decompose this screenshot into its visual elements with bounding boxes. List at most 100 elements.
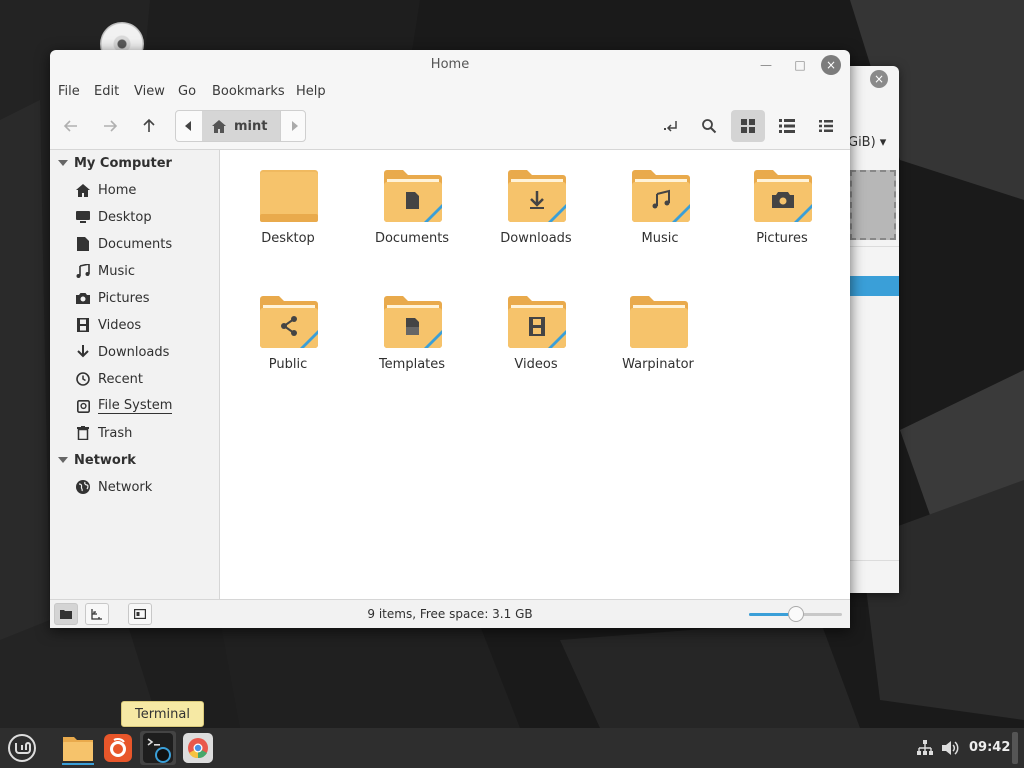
forward-arrow-icon — [104, 120, 118, 132]
toggle-location-button[interactable] — [654, 110, 688, 142]
camera-icon — [76, 293, 90, 304]
file-item-templates[interactable]: Templates — [357, 276, 467, 376]
document-icon — [77, 237, 89, 251]
show-desktop-button[interactable] — [1012, 732, 1018, 764]
menu-bookmarks[interactable]: Bookmarks — [212, 84, 285, 99]
file-item-documents[interactable]: Documents — [357, 150, 467, 250]
file-view[interactable]: Desktop Documents Downloads Music Pictur… — [220, 150, 850, 599]
folder-public-icon — [260, 296, 318, 348]
file-name: Templates — [378, 357, 446, 372]
sidebar-item-home[interactable]: Home — [76, 180, 136, 200]
chevron-down-icon — [58, 457, 68, 463]
menu-help[interactable]: Help — [296, 84, 326, 99]
globe-icon — [76, 480, 90, 494]
file-item-desktop[interactable]: Desktop — [233, 150, 343, 250]
sidebar-item-label: Desktop — [98, 209, 152, 225]
folder-downloads-icon — [508, 170, 566, 222]
up-button[interactable] — [132, 110, 166, 142]
sidebar-item-label: Network — [98, 479, 153, 495]
file-item-music[interactable]: Music — [605, 150, 715, 250]
compact-view-icon — [819, 120, 833, 132]
home-icon — [212, 119, 226, 133]
menu-view[interactable]: View — [134, 84, 165, 99]
sidebar-item-label: File System — [98, 397, 173, 414]
toolbar: mint — [50, 106, 850, 148]
sidebar-section-my-computer[interactable]: My Computer — [58, 153, 172, 173]
background-window-selected-row[interactable] — [850, 276, 899, 296]
volume-icon[interactable] — [942, 740, 960, 756]
files-icon — [63, 737, 93, 761]
search-button[interactable] — [692, 110, 726, 142]
back-button[interactable] — [54, 110, 88, 142]
network-icon[interactable] — [917, 740, 933, 756]
list-view-button[interactable] — [770, 110, 804, 142]
active-window-indicator — [62, 763, 94, 765]
close-button[interactable]: × — [821, 55, 841, 75]
background-window-size-dropdown[interactable]: GiB) ▾ — [848, 135, 886, 150]
file-name: Warpinator — [622, 357, 694, 372]
file-name: Documents — [374, 231, 450, 246]
taskbar-firefox-button[interactable] — [100, 731, 136, 765]
chromium-icon — [183, 733, 213, 763]
zoom-slider-knob[interactable] — [787, 606, 804, 622]
background-window-divider-bottom — [850, 560, 899, 561]
sidebar-header-label: My Computer — [74, 155, 172, 171]
sidebar-item-label: Pictures — [98, 290, 150, 306]
download-icon — [77, 345, 89, 358]
folder-pictures-icon — [754, 170, 812, 222]
maximize-button[interactable]: □ — [790, 55, 810, 75]
clock[interactable]: 09:42 — [969, 740, 1010, 755]
path-scroll-right-button[interactable] — [280, 111, 306, 141]
icon-view-icon — [741, 119, 755, 133]
sidebar-item-trash[interactable]: Trash — [76, 423, 132, 443]
zoom-slider[interactable] — [749, 606, 842, 622]
file-item-videos[interactable]: Videos — [481, 276, 591, 376]
file-manager-window: Home — □ × File Edit View Go Bookmarks H… — [50, 50, 850, 628]
icon-view-button[interactable] — [731, 110, 765, 142]
home-icon — [76, 183, 90, 197]
folder-warpinator-icon — [630, 296, 688, 348]
menu-edit[interactable]: Edit — [94, 84, 119, 99]
forward-button[interactable] — [93, 110, 127, 142]
menu-go[interactable]: Go — [178, 84, 196, 99]
file-name: Music — [641, 231, 679, 246]
back-arrow-icon — [63, 120, 77, 132]
sidebar-item-pictures[interactable]: Pictures — [76, 288, 149, 308]
file-name: Pictures — [756, 231, 808, 246]
file-item-pictures[interactable]: Pictures — [727, 150, 837, 250]
file-item-public[interactable]: Public — [233, 276, 343, 376]
sidebar-item-label: Home — [98, 182, 137, 198]
sidebar-item-documents[interactable]: Documents — [76, 234, 172, 254]
firefox-icon — [104, 734, 132, 762]
clock-icon — [76, 372, 90, 386]
search-icon — [702, 119, 717, 134]
window-title: Home — [430, 57, 470, 72]
sidebar-item-videos[interactable]: Videos — [76, 315, 141, 335]
folder-documents-icon — [384, 170, 442, 222]
chevron-down-icon — [58, 160, 68, 166]
sidebar-item-downloads[interactable]: Downloads — [76, 342, 169, 362]
taskbar-files-button[interactable] — [60, 731, 96, 765]
path-scroll-left-button[interactable] — [176, 111, 203, 141]
sidebar-item-file-system[interactable]: File System — [76, 396, 173, 416]
minimize-button[interactable]: — — [756, 55, 776, 75]
sidebar-section-network[interactable]: Network — [58, 450, 136, 470]
compact-view-button[interactable] — [809, 110, 843, 142]
taskbar-terminal-button[interactable] — [140, 731, 176, 765]
up-arrow-icon — [143, 118, 155, 132]
path-segment-home[interactable]: mint — [202, 111, 280, 141]
sidebar-item-label: Recent — [98, 371, 143, 387]
background-window-close-button[interactable]: × — [870, 70, 888, 88]
menu-button[interactable] — [4, 731, 40, 765]
menu-file[interactable]: File — [58, 84, 80, 99]
titlebar[interactable]: Home — □ × — [50, 50, 850, 80]
sidebar-item-recent[interactable]: Recent — [76, 369, 143, 389]
sidebar-item-desktop[interactable]: Desktop — [76, 207, 152, 227]
file-item-warpinator[interactable]: Warpinator — [603, 276, 713, 376]
sidebar-item-music[interactable]: Music — [76, 261, 135, 281]
file-item-downloads[interactable]: Downloads — [481, 150, 591, 250]
taskbar-chromium-button[interactable] — [180, 731, 216, 765]
file-name: Public — [268, 357, 308, 372]
sidebar-item-network[interactable]: Network — [76, 477, 152, 497]
file-name: Videos — [514, 357, 558, 372]
